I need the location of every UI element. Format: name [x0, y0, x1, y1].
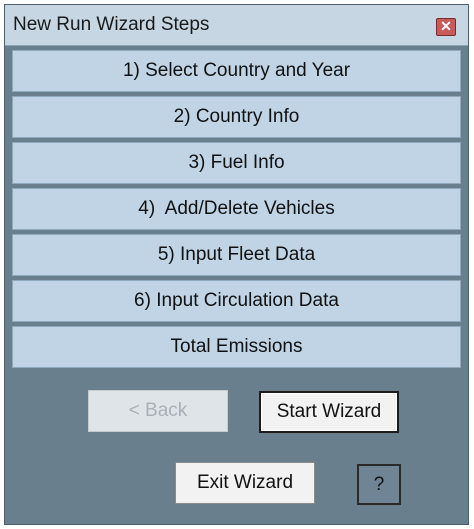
wizard-steps-list: 1) Select Country and Year 2) Country In… [12, 50, 461, 372]
start-wizard-button[interactable]: Start Wizard [259, 391, 399, 433]
wizard-window: New Run Wizard Steps ✕ 1) Select Country… [4, 4, 469, 525]
step-input-circulation-data[interactable]: 6) Input Circulation Data [12, 280, 461, 322]
window-title: New Run Wizard Steps [13, 14, 210, 35]
back-button[interactable]: < Back [88, 390, 228, 432]
step-country-info[interactable]: 2) Country Info [12, 96, 461, 138]
step-add-delete-vehicles[interactable]: 4) Add/Delete Vehicles [12, 188, 461, 230]
title-bar: New Run Wizard Steps ✕ [5, 5, 468, 46]
close-icon[interactable]: ✕ [436, 18, 456, 36]
step-select-country-year[interactable]: 1) Select Country and Year [12, 50, 461, 92]
help-button[interactable]: ? [357, 464, 401, 505]
step-input-fleet-data[interactable]: 5) Input Fleet Data [12, 234, 461, 276]
step-total-emissions[interactable]: Total Emissions [12, 326, 461, 368]
exit-wizard-button[interactable]: Exit Wizard [175, 462, 315, 504]
step-fuel-info[interactable]: 3) Fuel Info [12, 142, 461, 184]
